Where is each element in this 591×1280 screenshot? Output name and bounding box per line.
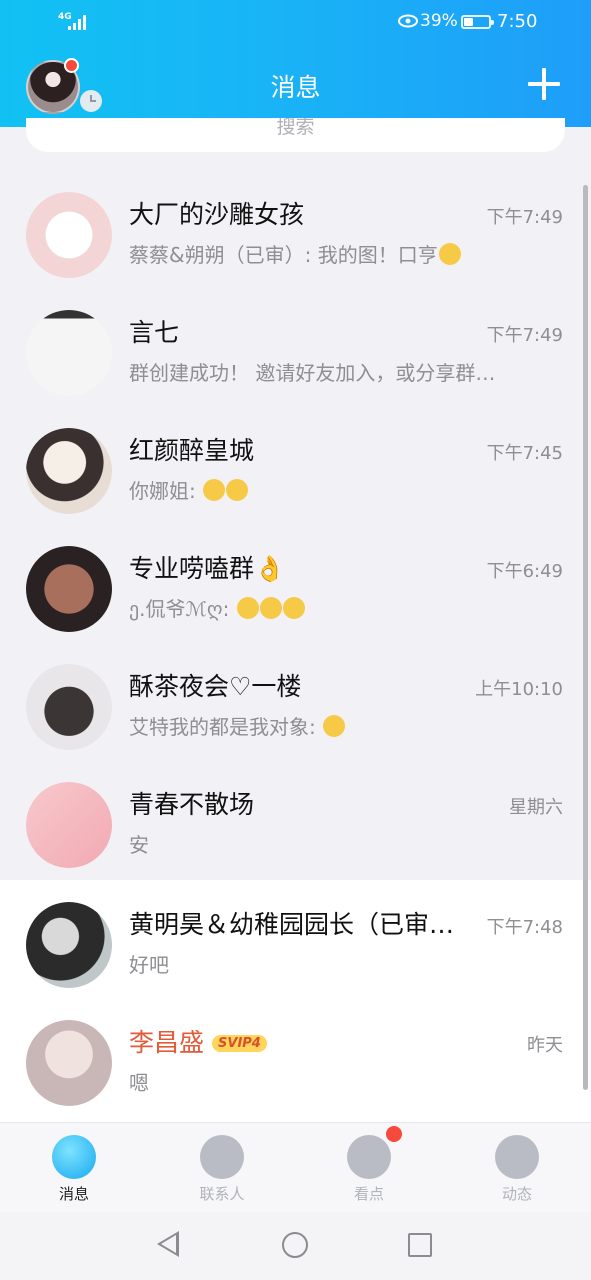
star-planet-icon <box>495 1135 539 1179</box>
avatar[interactable] <box>26 1020 112 1106</box>
system-nav-bar <box>0 1212 591 1280</box>
tab-contacts[interactable]: 联系人 <box>148 1123 296 1213</box>
conversation-name-text: 大厂的沙雕女孩 <box>129 200 305 229</box>
avatar[interactable] <box>26 782 112 868</box>
preview-text: ე.侃爷ℳღ: <box>129 597 236 621</box>
clock: 7:50 <box>497 11 538 32</box>
conversation-row[interactable]: 言七 下午7:49 群创建成功！ 邀请好友加入，或分享群… <box>0 288 591 406</box>
conversation-name-text: 黄明昊＆幼稚园园长（已审… <box>129 910 455 939</box>
conversation-name: 言七 <box>129 313 179 349</box>
preview-text: 安 <box>129 833 149 857</box>
tab-moments[interactable]: 动态 <box>443 1123 591 1213</box>
preview-text: 你娜姐: <box>129 479 203 503</box>
conversation-name: 李昌盛 SVIP4 <box>129 1023 267 1059</box>
conversation-name: 青春不散场 <box>129 785 254 821</box>
crying-emoji <box>236 597 259 619</box>
crying-emoji <box>226 479 249 501</box>
avatar[interactable] <box>26 546 112 632</box>
conversation-row[interactable]: 大厂的沙雕女孩 下午7:49 蔡蔡&朔朔（已审）: 我的图！口亨 <box>0 170 591 288</box>
conversation-preview: 嗯 <box>129 1067 149 1096</box>
conversation-name-text: 酥茶夜会♡一楼 <box>129 672 302 701</box>
eye-comfort-icon <box>398 14 418 28</box>
conversation-time: 下午7:49 <box>486 207 563 228</box>
conversation-preview: 你娜姐: <box>129 475 249 504</box>
tab-label: 动态 <box>501 1185 532 1203</box>
pensive-emoji <box>438 243 461 265</box>
app-header: 4G 39% 7:50 消息 <box>0 0 591 127</box>
plus-icon[interactable] <box>528 68 560 100</box>
conversation-time: 下午7:49 <box>486 325 563 346</box>
conversation-row[interactable]: 青春不散场 星期六安 <box>0 760 591 878</box>
tab-bar: 消息 联系人 看点 动态 <box>0 1122 591 1212</box>
conversation-name: 大厂的沙雕女孩 <box>129 195 304 231</box>
search-placeholder: 搜索 <box>276 118 315 138</box>
crying-emoji <box>282 597 305 619</box>
conversation-name: 酥茶夜会♡一楼 <box>129 667 301 703</box>
conversation-time: 星期六 <box>509 797 563 818</box>
conversation-preview: 安 <box>129 829 149 858</box>
conversation-name: 黄明昊＆幼稚园园长（已审… <box>129 905 454 941</box>
conversation-name-text: 李昌盛 <box>129 1028 205 1057</box>
battery-percent: 39% <box>420 11 458 31</box>
crying-emoji <box>203 479 226 501</box>
battery-icon <box>461 15 494 29</box>
avatar[interactable] <box>26 902 112 988</box>
preview-text: 好吧 <box>129 953 169 977</box>
preview-text: 艾特我的都是我对象: <box>129 715 323 739</box>
conversation-time: 下午7:45 <box>486 443 563 464</box>
conversation-preview: 蔡蔡&朔朔（已审）: 我的图！口亨 <box>129 239 461 268</box>
tab-label: 消息 <box>58 1185 89 1203</box>
conversation-preview: ე.侃爷ℳღ: <box>129 593 305 622</box>
conversation-time: 上午10:10 <box>475 679 563 700</box>
tab-label: 看点 <box>353 1185 384 1203</box>
tab-kandian[interactable]: 看点 <box>295 1123 443 1213</box>
chat-icon <box>52 1135 96 1179</box>
conversation-row[interactable]: 专业唠嗑群👌 下午6:49 ე.侃爷ℳღ: <box>0 524 591 642</box>
tab-label: 联系人 <box>199 1185 245 1203</box>
recent-apps-icon[interactable] <box>408 1233 432 1257</box>
conversation-preview: 好吧 <box>129 949 169 978</box>
conversation-name-text: 红颜醉皇城 <box>129 436 255 465</box>
conversation-name: 红颜醉皇城 <box>129 431 254 467</box>
conversation-name-text: 青春不散场 <box>129 790 255 819</box>
eye-icon <box>347 1135 391 1179</box>
preview-text: 嗯 <box>129 1071 149 1095</box>
conversation-name: 专业唠嗑群👌 <box>129 549 285 585</box>
page-title: 消息 <box>270 73 321 102</box>
search-input[interactable]: 搜索 <box>26 118 565 152</box>
conversation-row[interactable]: 李昌盛 SVIP4 昨天嗯 <box>0 998 591 1116</box>
avatar[interactable] <box>26 664 112 750</box>
conversation-time: 昨天 <box>527 1035 563 1056</box>
svip-badge: SVIP4 <box>212 1035 267 1052</box>
contacts-icon <box>200 1135 244 1179</box>
avatar[interactable] <box>26 310 112 396</box>
preview-text: 蔡蔡&朔朔（已审）: 我的图！口亨 <box>129 243 438 267</box>
crying-emoji <box>259 597 282 619</box>
avatar[interactable] <box>26 192 112 278</box>
tab-notification-dot <box>386 1126 402 1142</box>
back-icon[interactable] <box>157 1231 179 1257</box>
avatar[interactable] <box>26 428 112 514</box>
conversation-row[interactable]: 酥茶夜会♡一楼 上午10:10 艾特我的都是我对象: <box>0 642 591 760</box>
conversation-time: 下午7:48 <box>486 917 563 938</box>
conversation-name-text: 言七 <box>129 318 180 347</box>
conversation-name-text: 专业唠嗑群👌 <box>129 554 286 583</box>
conversation-preview: 群创建成功！ 邀请好友加入，或分享群… <box>129 357 495 386</box>
signal-icon: 4G <box>58 12 88 32</box>
preview-text: 群创建成功！ 邀请好友加入，或分享群… <box>129 361 496 385</box>
tab-messages[interactable]: 消息 <box>0 1123 148 1213</box>
smile-emoji <box>323 715 346 737</box>
home-icon[interactable] <box>282 1232 308 1258</box>
conversation-preview: 艾特我的都是我对象: <box>129 711 346 740</box>
conversation-row[interactable]: 黄明昊＆幼稚园园长（已审… 下午7:48 好吧 <box>0 880 591 998</box>
conversation-time: 下午6:49 <box>486 561 563 582</box>
scrollbar[interactable] <box>583 185 588 1090</box>
status-bar: 4G 39% 7:50 <box>0 0 591 46</box>
conversation-row[interactable]: 红颜醉皇城 下午7:45 你娜姐: <box>0 406 591 524</box>
